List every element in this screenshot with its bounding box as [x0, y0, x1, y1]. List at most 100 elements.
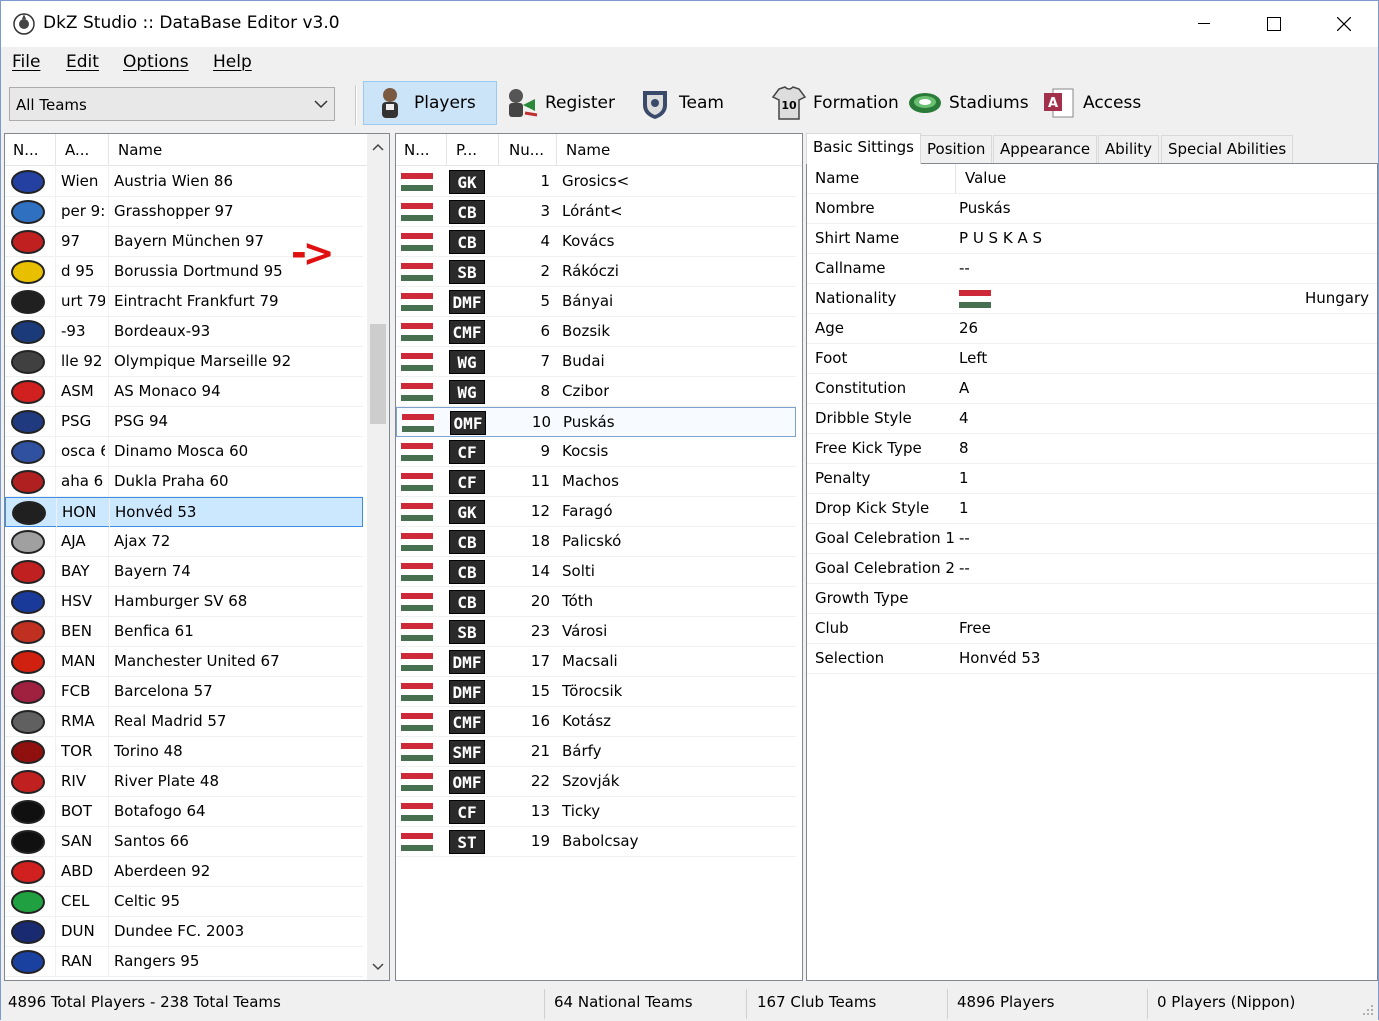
player-row[interactable]: GK 1 Grosics< — [396, 167, 796, 197]
team-row[interactable]: HON Honvéd 53 — [5, 497, 363, 528]
player-row[interactable]: CB 18 Palicskó — [396, 527, 796, 557]
column-divider[interactable] — [446, 134, 447, 166]
team-row[interactable]: TOR Torino 48 — [5, 737, 363, 767]
players-list[interactable]: N... P... Nu... Name GK 1 Grosics< CB 3 Lórán… — [395, 133, 803, 981]
team-row[interactable]: DUN Dundee FC. 2003 — [5, 917, 363, 947]
column-divider[interactable] — [498, 134, 499, 166]
column-divider[interactable] — [55, 134, 56, 166]
property-value[interactable]: -- — [959, 259, 970, 277]
menu-help[interactable]: Help — [213, 52, 252, 72]
team-row[interactable]: SAN Santos 66 — [5, 827, 363, 857]
team-row[interactable]: BAY Bayern 74 — [5, 557, 363, 587]
team-row[interactable]: BOT Botafogo 64 — [5, 797, 363, 827]
property-value[interactable]: Left — [959, 349, 987, 367]
property-value[interactable]: Free — [959, 619, 991, 637]
formation-button[interactable]: 10 Formation — [771, 81, 899, 125]
team-row[interactable]: -93 Bordeaux-93 — [5, 317, 363, 347]
tab-basic-sittings[interactable]: Basic Sittings — [806, 133, 921, 164]
property-row[interactable]: Selection Honvéd 53 — [807, 644, 1377, 674]
property-value[interactable]: Honvéd 53 — [959, 649, 1040, 667]
property-row[interactable]: Growth Type — [807, 584, 1377, 614]
team-row[interactable]: osca 6 Dinamo Mosca 60 — [5, 437, 363, 467]
team-row[interactable]: ASM AS Monaco 94 — [5, 377, 363, 407]
player-row[interactable]: CB 20 Tóth — [396, 587, 796, 617]
team-row[interactable]: Wien Austria Wien 86 — [5, 167, 363, 197]
team-row[interactable]: lle 92 Olympique Marseille 92 — [5, 347, 363, 377]
player-row[interactable]: SMF 21 Bárfy — [396, 737, 796, 767]
team-row[interactable]: RIV River Plate 48 — [5, 767, 363, 797]
property-row[interactable]: Shirt Name P U S K A S — [807, 224, 1377, 254]
column-divider[interactable] — [955, 164, 956, 194]
player-row[interactable]: CB 3 Lóránt< — [396, 197, 796, 227]
menu-options[interactable]: Options — [123, 52, 189, 72]
teams-list[interactable]: N... A... Name Wien Austria Wien 86 per 9:… — [4, 133, 390, 981]
property-value[interactable]: Puskás — [959, 199, 1011, 217]
player-row[interactable]: CMF 16 Kotász — [396, 707, 796, 737]
team-button[interactable]: Team — [637, 81, 724, 125]
property-row[interactable]: Callname -- — [807, 254, 1377, 284]
player-row[interactable]: CB 4 Kovács — [396, 227, 796, 257]
property-value[interactable]: 8 — [959, 439, 969, 457]
tab-special-abilities[interactable]: Special Abilities — [1161, 135, 1294, 163]
tab-appearance[interactable]: Appearance — [993, 135, 1098, 163]
column-header-name[interactable]: Name — [118, 141, 162, 159]
property-value[interactable]: A — [959, 379, 969, 397]
access-button[interactable]: A Access — [1041, 81, 1141, 125]
player-properties-grid[interactable]: Name Value Nombre Puskás Shirt Name P U S K… — [806, 163, 1378, 981]
column-divider[interactable] — [556, 134, 557, 166]
team-row[interactable]: per 9: Grasshopper 97 — [5, 197, 363, 227]
scroll-up-icon[interactable] — [372, 142, 384, 152]
tab-position[interactable]: Position — [920, 135, 993, 163]
property-row[interactable]: Goal Celebration 2 -- — [807, 554, 1377, 584]
player-row[interactable]: DMF 5 Bányai — [396, 287, 796, 317]
teams-scrollbar[interactable] — [367, 134, 389, 980]
team-row[interactable]: RMA Real Madrid 57 — [5, 707, 363, 737]
team-row[interactable]: CEL Celtic 95 — [5, 887, 363, 917]
property-row[interactable]: Constitution A — [807, 374, 1377, 404]
team-row[interactable]: AJA Ajax 72 — [5, 527, 363, 557]
team-row[interactable]: BEN Benfica 61 — [5, 617, 363, 647]
team-row[interactable]: ABD Aberdeen 92 — [5, 857, 363, 887]
tab-ability[interactable]: Ability — [1098, 135, 1160, 163]
property-row[interactable]: Drop Kick Style 1 — [807, 494, 1377, 524]
team-row[interactable]: RAN Rangers 95 — [5, 947, 363, 977]
player-row[interactable]: GK 12 Faragó — [396, 497, 796, 527]
property-value[interactable]: 1 — [959, 499, 969, 517]
menu-file[interactable]: File — [12, 52, 40, 72]
column-header-abbr[interactable]: A... — [65, 141, 89, 159]
resize-grip-icon[interactable] — [1361, 1003, 1375, 1017]
scrollbar-thumb[interactable] — [370, 324, 386, 424]
team-row[interactable]: HSV Hamburger SV 68 — [5, 587, 363, 617]
property-row[interactable]: Goal Celebration 1 -- — [807, 524, 1377, 554]
property-value[interactable]: Hungary — [1305, 289, 1369, 307]
register-button[interactable]: Register — [503, 81, 615, 125]
team-filter-dropdown[interactable]: All Teams — [9, 87, 335, 121]
property-row[interactable]: Dribble Style 4 — [807, 404, 1377, 434]
player-row[interactable]: WG 8 Czibor — [396, 377, 796, 407]
property-row[interactable]: Nationality Hungary — [807, 284, 1377, 314]
team-row[interactable]: PSG PSG 94 — [5, 407, 363, 437]
team-row[interactable]: MAN Manchester United 67 — [5, 647, 363, 677]
player-row[interactable]: OMF 22 Szovják — [396, 767, 796, 797]
property-row[interactable]: Foot Left — [807, 344, 1377, 374]
close-button[interactable] — [1309, 1, 1379, 47]
minimize-button[interactable] — [1169, 1, 1239, 47]
player-row[interactable]: ST 19 Babolcsay — [396, 827, 796, 857]
player-row[interactable]: WG 7 Budai — [396, 347, 796, 377]
team-row[interactable]: urt 79 Eintracht Frankfurt 79 — [5, 287, 363, 317]
column-header-nation[interactable]: N... — [404, 141, 430, 159]
players-button[interactable]: Players — [363, 81, 497, 125]
team-row[interactable]: aha 6 Dukla Praha 60 — [5, 467, 363, 497]
property-row[interactable]: Free Kick Type 8 — [807, 434, 1377, 464]
property-row[interactable]: Penalty 1 — [807, 464, 1377, 494]
property-value[interactable]: -- — [959, 529, 970, 547]
stadiums-button[interactable]: Stadiums — [907, 81, 1029, 125]
property-row[interactable]: Age 26 — [807, 314, 1377, 344]
maximize-button[interactable] — [1239, 1, 1309, 47]
column-divider[interactable] — [108, 134, 109, 166]
column-header-nation[interactable]: N... — [13, 141, 39, 159]
player-row[interactable]: CF 9 Kocsis — [396, 437, 796, 467]
column-header-number[interactable]: Nu... — [509, 141, 544, 159]
player-row[interactable]: SB 23 Városi — [396, 617, 796, 647]
player-row[interactable]: CF 13 Ticky — [396, 797, 796, 827]
